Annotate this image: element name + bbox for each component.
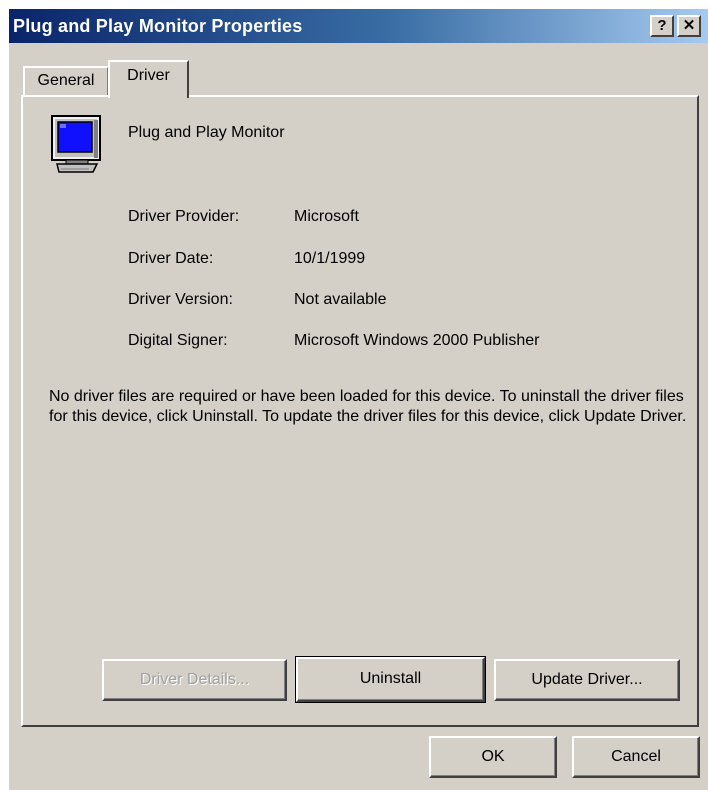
help-button[interactable]: ?: [650, 15, 674, 37]
driver-details-button: Driver Details...: [102, 659, 287, 701]
driver-provider-label: Driver Provider:: [128, 208, 240, 225]
title-bar[interactable]: Plug and Play Monitor Properties ? ✕: [9, 9, 708, 43]
driver-description: No driver files are required or have bee…: [49, 388, 687, 425]
help-icon: ?: [657, 17, 667, 34]
close-button[interactable]: ✕: [677, 15, 701, 37]
close-icon: ✕: [682, 17, 696, 34]
tab-driver[interactable]: Driver: [108, 60, 189, 98]
properties-dialog: Plug and Play Monitor Properties ? ✕ Gen…: [9, 9, 708, 790]
driver-version-value: Not available: [294, 291, 387, 308]
update-driver-button[interactable]: Update Driver...: [494, 659, 680, 701]
driver-date-label: Driver Date:: [128, 250, 214, 267]
tab-general[interactable]: General: [23, 66, 109, 96]
digital-signer-value: Microsoft Windows 2000 Publisher: [294, 332, 540, 349]
device-name: Plug and Play Monitor: [128, 124, 285, 141]
monitor-icon: [51, 115, 101, 173]
uninstall-button[interactable]: Uninstall: [295, 656, 486, 703]
driver-date-value: 10/1/1999: [294, 250, 366, 267]
driver-version-label: Driver Version:: [128, 291, 233, 308]
digital-signer-label: Digital Signer:: [128, 332, 228, 349]
driver-provider-value: Microsoft: [294, 208, 359, 225]
cancel-button[interactable]: Cancel: [572, 736, 700, 778]
ok-button[interactable]: OK: [429, 736, 557, 778]
window-title: Plug and Play Monitor Properties: [13, 16, 303, 36]
